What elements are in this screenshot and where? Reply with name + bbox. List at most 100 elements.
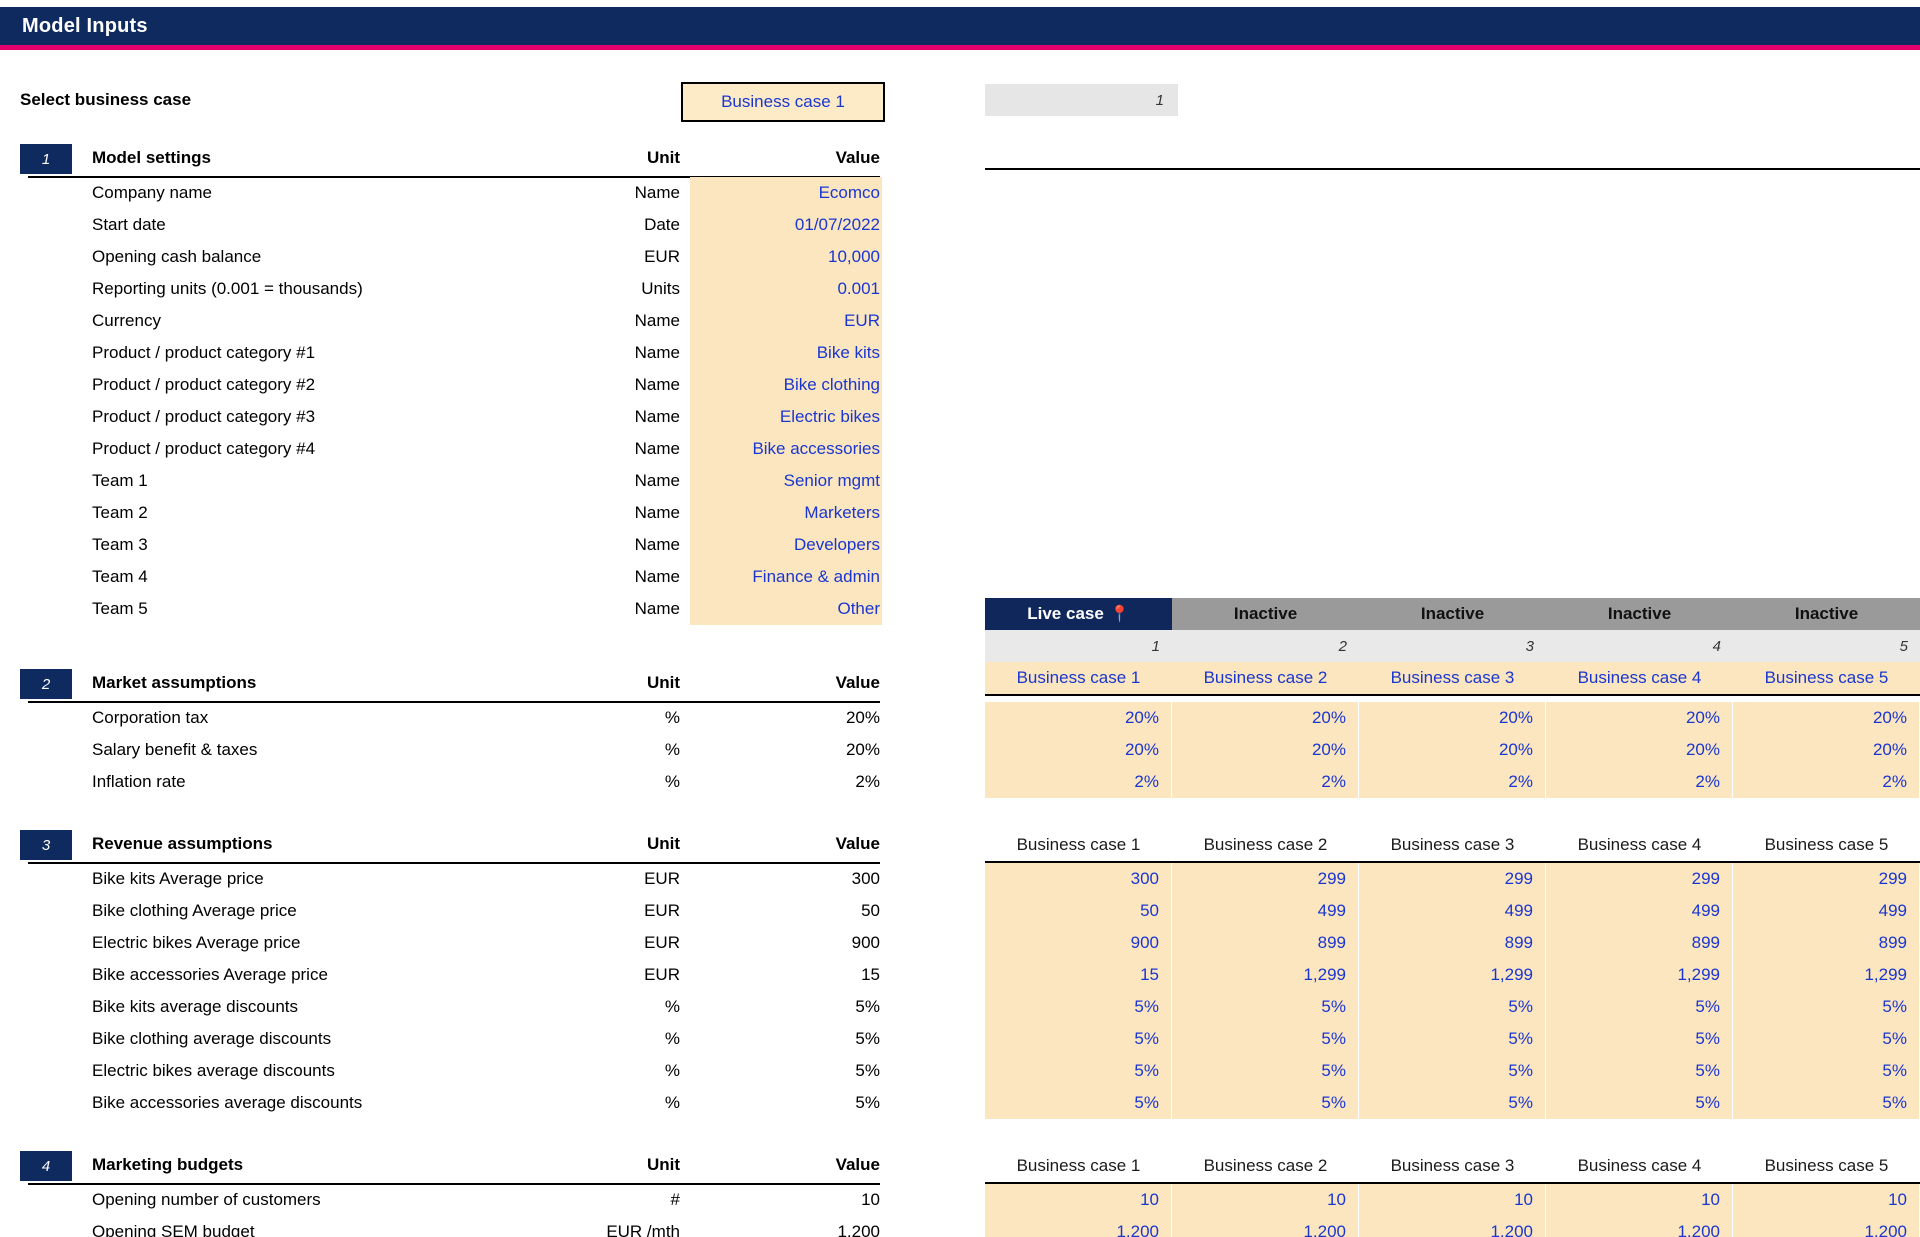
comparison-value-cell[interactable]: 5% <box>1359 1023 1546 1055</box>
input-row-value[interactable]: 10 <box>700 1190 880 1210</box>
comparison-value-cell[interactable]: 5% <box>1172 1087 1359 1119</box>
comparison-value-cell[interactable]: 1,299 <box>1172 959 1359 991</box>
comparison-value-cell[interactable]: 5% <box>1733 1087 1920 1119</box>
comparison-value-cell[interactable]: 15 <box>985 959 1172 991</box>
comparison-value-cell[interactable]: 499 <box>1546 895 1733 927</box>
comparison-value-cell[interactable]: 5% <box>985 1023 1172 1055</box>
comparison-value-cell[interactable]: 20% <box>1359 734 1546 766</box>
input-row-value[interactable]: 15 <box>700 965 880 985</box>
comparison-value-cell[interactable]: 20% <box>1546 734 1733 766</box>
inactive-case-header[interactable]: Inactive <box>1733 598 1920 630</box>
input-row-value[interactable]: 10,000 <box>700 247 880 267</box>
case-name-cell[interactable]: Business case 1 <box>985 662 1172 694</box>
comparison-value-cell[interactable]: 2% <box>985 766 1172 798</box>
comparison-value-cell[interactable]: 50 <box>985 895 1172 927</box>
comparison-value-cell[interactable]: 20% <box>1172 734 1359 766</box>
comparison-value-cell[interactable]: 1,200 <box>985 1216 1172 1237</box>
case-name-cell[interactable]: Business case 3 <box>1359 662 1546 694</box>
comparison-value-cell[interactable]: 1,200 <box>1172 1216 1359 1237</box>
comparison-value-cell[interactable]: 5% <box>1546 1023 1733 1055</box>
comparison-value-cell[interactable]: 299 <box>1172 863 1359 895</box>
comparison-value-cell[interactable]: 1,200 <box>1733 1216 1920 1237</box>
comparison-value-cell[interactable]: 899 <box>1172 927 1359 959</box>
comparison-value-cell[interactable]: 1,299 <box>1359 959 1546 991</box>
comparison-value-cell[interactable]: 5% <box>1172 991 1359 1023</box>
input-row-value[interactable]: Bike accessories <box>700 439 880 459</box>
comparison-value-cell[interactable]: 1,200 <box>1546 1216 1733 1237</box>
case-name-cell[interactable]: Business case 5 <box>1733 662 1920 694</box>
comparison-value-cell[interactable]: 2% <box>1546 766 1733 798</box>
comparison-value-cell[interactable]: 5% <box>1733 991 1920 1023</box>
comparison-value-cell[interactable]: 900 <box>985 927 1172 959</box>
comparison-value-cell[interactable]: 1,200 <box>1359 1216 1546 1237</box>
comparison-value-cell[interactable]: 499 <box>1172 895 1359 927</box>
inactive-case-header[interactable]: Inactive <box>1359 598 1546 630</box>
comparison-value-cell[interactable]: 899 <box>1359 927 1546 959</box>
comparison-value-cell[interactable]: 20% <box>1359 702 1546 734</box>
input-row-value[interactable]: 5% <box>700 1061 880 1081</box>
input-row-value[interactable]: 900 <box>700 933 880 953</box>
comparison-value-cell[interactable]: 5% <box>1733 1023 1920 1055</box>
comparison-value-cell[interactable]: 20% <box>1733 734 1920 766</box>
input-row-value[interactable]: Bike clothing <box>700 375 880 395</box>
comparison-value-cell[interactable]: 5% <box>1172 1055 1359 1087</box>
input-row-value[interactable]: Bike kits <box>700 343 880 363</box>
comparison-value-cell[interactable]: 20% <box>1172 702 1359 734</box>
comparison-value-cell[interactable]: 5% <box>1359 991 1546 1023</box>
business-case-selector[interactable]: Business case 1 <box>681 82 885 122</box>
input-row-value[interactable]: Finance & admin <box>700 567 880 587</box>
comparison-value-cell[interactable]: 899 <box>1733 927 1920 959</box>
comparison-value-cell[interactable]: 499 <box>1733 895 1920 927</box>
comparison-value-cell[interactable]: 5% <box>1172 1023 1359 1055</box>
comparison-value-cell[interactable]: 5% <box>1546 1087 1733 1119</box>
comparison-value-cell[interactable]: 5% <box>1546 991 1733 1023</box>
comparison-value-cell[interactable]: 10 <box>985 1184 1172 1216</box>
input-row-value[interactable]: 1,200 <box>700 1222 880 1237</box>
comparison-value-cell[interactable]: 299 <box>1359 863 1546 895</box>
input-row-value[interactable]: Electric bikes <box>700 407 880 427</box>
inactive-case-header[interactable]: Inactive <box>1546 598 1733 630</box>
input-row-value[interactable]: Ecomco <box>700 183 880 203</box>
input-row-value[interactable]: 0.001 <box>700 279 880 299</box>
comparison-value-cell[interactable]: 1,299 <box>1546 959 1733 991</box>
comparison-value-cell[interactable]: 899 <box>1546 927 1733 959</box>
comparison-value-cell[interactable]: 5% <box>985 991 1172 1023</box>
input-row-value[interactable]: Other <box>700 599 880 619</box>
comparison-value-cell[interactable]: 2% <box>1733 766 1920 798</box>
comparison-value-cell[interactable]: 20% <box>1733 702 1920 734</box>
input-row-value[interactable]: 300 <box>700 869 880 889</box>
comparison-value-cell[interactable]: 5% <box>1359 1087 1546 1119</box>
comparison-value-cell[interactable]: 5% <box>1359 1055 1546 1087</box>
comparison-value-cell[interactable]: 300 <box>985 863 1172 895</box>
input-row-value[interactable]: Senior mgmt <box>700 471 880 491</box>
input-row-value[interactable]: 20% <box>700 708 880 728</box>
inactive-case-header[interactable]: Inactive <box>1172 598 1359 630</box>
comparison-value-cell[interactable]: 20% <box>1546 702 1733 734</box>
comparison-value-cell[interactable]: 2% <box>1359 766 1546 798</box>
input-row-value[interactable]: 5% <box>700 1029 880 1049</box>
comparison-value-cell[interactable]: 5% <box>985 1055 1172 1087</box>
comparison-value-cell[interactable]: 5% <box>1733 1055 1920 1087</box>
case-name-cell[interactable]: Business case 4 <box>1546 662 1733 694</box>
input-row-value[interactable]: 20% <box>700 740 880 760</box>
comparison-value-cell[interactable]: 10 <box>1359 1184 1546 1216</box>
comparison-value-cell[interactable]: 20% <box>985 702 1172 734</box>
comparison-value-cell[interactable]: 10 <box>1546 1184 1733 1216</box>
input-row-value[interactable]: EUR <box>700 311 880 331</box>
comparison-value-cell[interactable]: 5% <box>985 1087 1172 1119</box>
input-row-value[interactable]: Developers <box>700 535 880 555</box>
case-name-cell[interactable]: Business case 2 <box>1172 662 1359 694</box>
input-row-value[interactable]: 2% <box>700 772 880 792</box>
comparison-value-cell[interactable]: 1,299 <box>1733 959 1920 991</box>
comparison-value-cell[interactable]: 10 <box>1172 1184 1359 1216</box>
input-row-value[interactable]: 5% <box>700 1093 880 1113</box>
comparison-value-cell[interactable]: 499 <box>1359 895 1546 927</box>
comparison-value-cell[interactable]: 299 <box>1733 863 1920 895</box>
live-case-header[interactable]: Live case 📍 <box>985 598 1172 630</box>
input-row-value[interactable]: Marketers <box>700 503 880 523</box>
input-row-value[interactable]: 50 <box>700 901 880 921</box>
comparison-value-cell[interactable]: 10 <box>1733 1184 1920 1216</box>
comparison-value-cell[interactable]: 20% <box>985 734 1172 766</box>
input-row-value[interactable]: 01/07/2022 <box>700 215 880 235</box>
input-row-value[interactable]: 5% <box>700 997 880 1017</box>
